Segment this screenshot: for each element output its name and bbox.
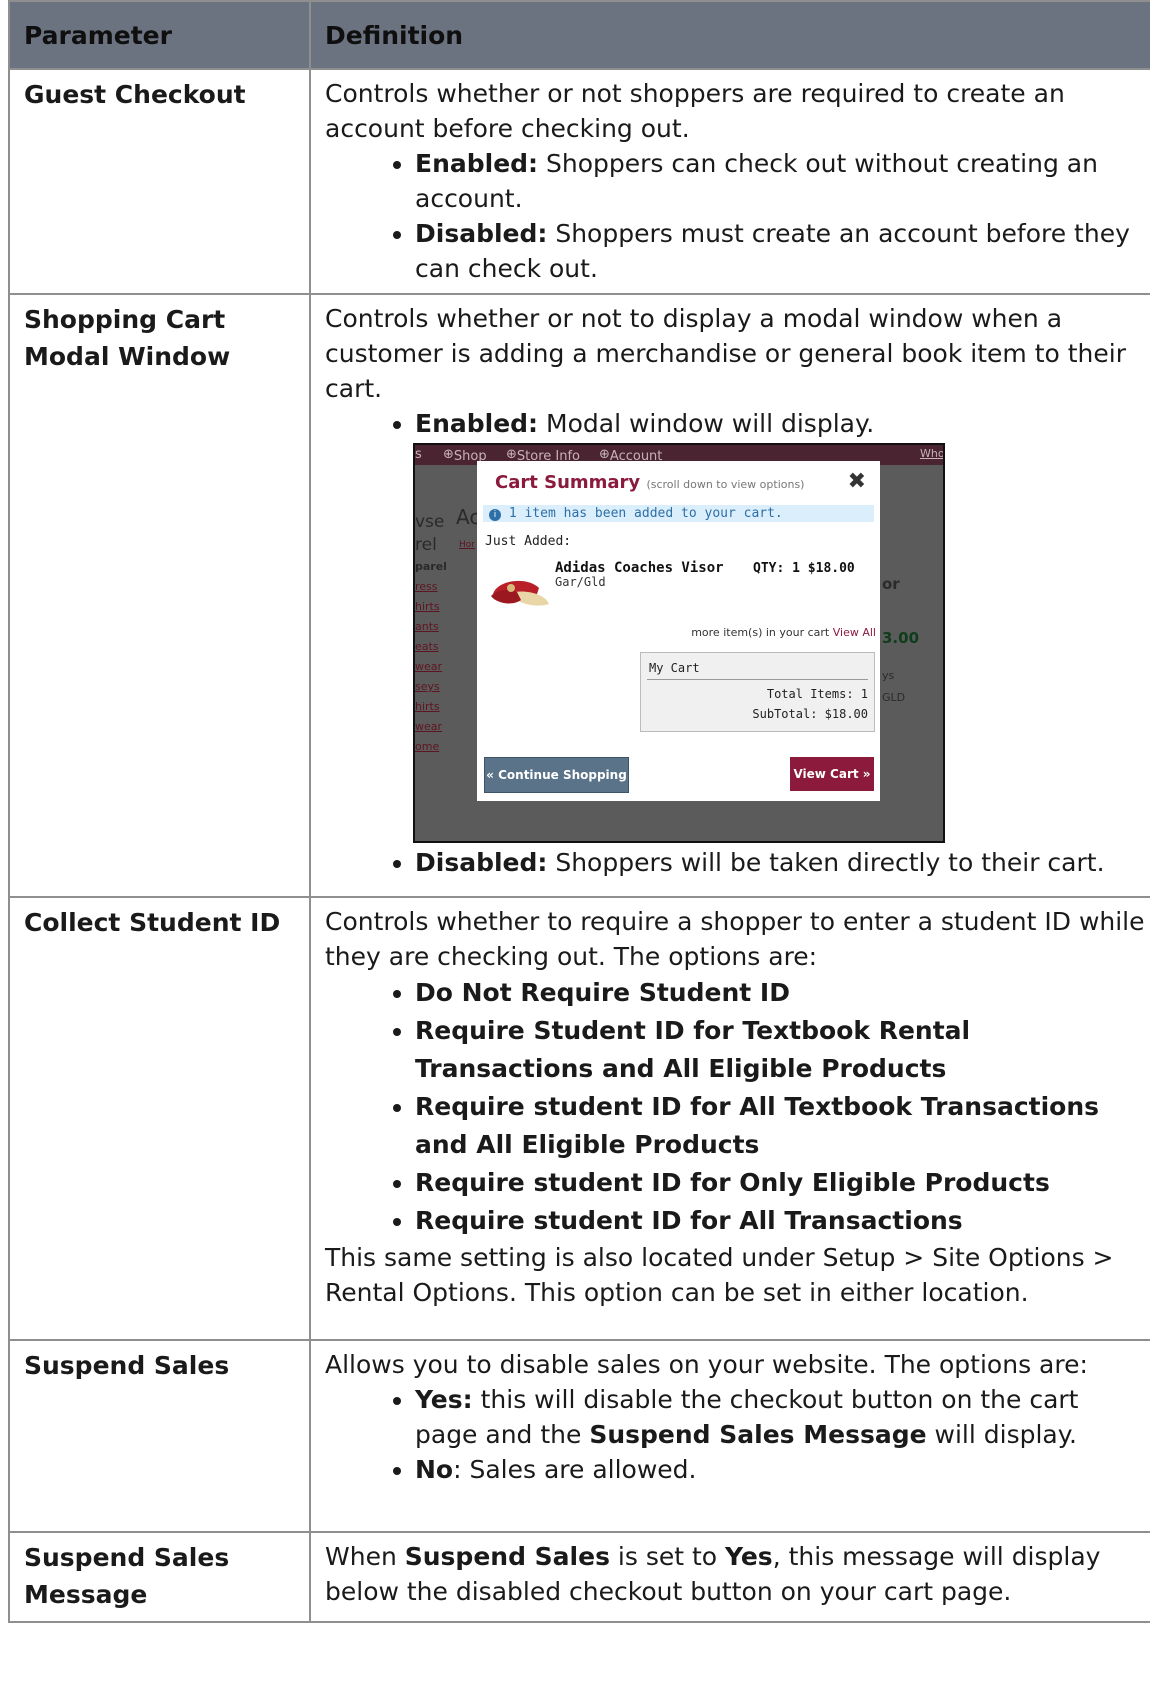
header-definition: Definition xyxy=(309,0,1150,70)
bg-text: or xyxy=(882,575,900,593)
subtotal: SubTotal: $18.00 xyxy=(752,707,868,721)
nav-account: ⊕ Account xyxy=(599,447,663,464)
option-list: Do Not Require Student ID Require Studen… xyxy=(325,974,1148,1240)
bg-text: parel xyxy=(415,560,447,573)
list-item: Disabled: Shoppers will be taken directl… xyxy=(415,845,1148,880)
item-qty-price: QTY: 1 $18.00 xyxy=(753,561,855,576)
header-row: Parameter Definition xyxy=(8,0,1150,70)
table-row: Collect Student ID Controls whether to r… xyxy=(8,896,1150,1341)
param-collect-student-id: Collect Student ID xyxy=(8,896,311,1341)
bg-link: Hor xyxy=(459,540,475,550)
nav-fragment: s xyxy=(415,447,422,462)
info-alert: i 1 item has been added to your cart. xyxy=(483,505,874,522)
nav-shop: ⊕ Shop xyxy=(443,447,487,464)
my-cart-summary: My Cart Total Items: 1 SubTotal: $18.00 xyxy=(640,652,875,732)
bg-link: hirts xyxy=(415,600,440,613)
view-all-link[interactable]: View All xyxy=(833,626,876,639)
list-item: Require Student ID for Textbook Rental T… xyxy=(415,1012,1148,1088)
bg-link: wear xyxy=(415,720,443,733)
option-list: Disabled: Shoppers will be taken directl… xyxy=(325,845,1148,880)
option-list: Enabled: Shoppers can check out without … xyxy=(325,146,1148,286)
bg-link: seys xyxy=(415,680,440,693)
bg-text: rel xyxy=(415,535,437,555)
cart-modal-screenshot: s ⊕ Shop ⊕ Store Info ⊕ Account Who vse … xyxy=(413,443,945,843)
nav-who: Who xyxy=(920,447,945,460)
bg-text: ys xyxy=(882,669,895,682)
info-message: 1 item has been added to your cart. xyxy=(508,506,783,521)
bg-link: eats xyxy=(415,640,439,653)
def-shopping-cart-modal: Controls whether or not to display a mod… xyxy=(309,293,1150,898)
def-text: Controls whether to require a shopper to… xyxy=(325,907,1145,971)
bg-link: wear xyxy=(415,660,443,673)
list-item: Require student ID for Only Eligible Pro… xyxy=(415,1164,1148,1202)
bg-text: vse xyxy=(415,512,445,532)
list-item: Disabled: Shoppers must create an accoun… xyxy=(415,216,1148,286)
def-guest-checkout: Controls whether or not shoppers are req… xyxy=(309,68,1150,295)
nav-store-info: ⊕ Store Info xyxy=(506,447,581,464)
parameters-table: Parameter Definition Guest Checkout Cont… xyxy=(8,0,1150,1623)
visor-product-image xyxy=(491,580,549,606)
param-suspend-sales-message: Suspend Sales Message xyxy=(8,1531,311,1623)
def-collect-student-id: Controls whether to require a shopper to… xyxy=(309,896,1150,1341)
param-shopping-cart-modal: Shopping Cart Modal Window xyxy=(8,293,311,898)
total-items: Total Items: 1 xyxy=(766,687,868,701)
bg-link: ants xyxy=(415,620,439,633)
cart-header: My Cart xyxy=(649,661,700,675)
divider xyxy=(647,679,868,680)
list-item: Enabled: Shoppers can check out without … xyxy=(415,146,1148,216)
more-items-text: more item(s) in your cart View All xyxy=(691,626,876,639)
def-text: Allows you to disable sales on your webs… xyxy=(325,1350,1088,1379)
def-suspend-sales-message: When Suspend Sales is set to Yes, this m… xyxy=(309,1531,1150,1623)
item-name[interactable]: Adidas Coaches Visor xyxy=(555,560,724,576)
view-cart-button[interactable]: View Cart » xyxy=(790,757,874,791)
cart-summary-modal: Cart Summary (scroll down to view option… xyxy=(477,461,880,801)
table-row: Shopping Cart Modal Window Controls whet… xyxy=(8,293,1150,898)
def-text: Controls whether or not shoppers are req… xyxy=(325,79,1065,143)
list-item: Require student ID for All Transactions xyxy=(415,1202,1148,1240)
def-suspend-sales: Allows you to disable sales on your webs… xyxy=(309,1339,1150,1533)
list-item: Enabled: Modal window will display. xyxy=(415,406,1148,441)
option-list: Enabled: Modal window will display. xyxy=(325,406,1148,441)
info-icon: i xyxy=(489,509,501,521)
def-note: This same setting is also located under … xyxy=(325,1243,1114,1307)
bg-link: ome xyxy=(415,740,440,753)
param-suspend-sales: Suspend Sales xyxy=(8,1339,311,1533)
bg-text: GLD xyxy=(882,691,906,704)
bg-link: ress xyxy=(415,580,438,593)
table-row: Suspend Sales Message When Suspend Sales… xyxy=(8,1531,1150,1623)
close-icon[interactable]: ✖ xyxy=(848,469,866,494)
table-row: Suspend Sales Allows you to disable sale… xyxy=(8,1339,1150,1533)
param-guest-checkout: Guest Checkout xyxy=(8,68,311,295)
list-item: Do Not Require Student ID xyxy=(415,974,1148,1012)
list-item: No: Sales are allowed. xyxy=(415,1452,1148,1487)
continue-shopping-button[interactable]: « Continue Shopping xyxy=(484,757,629,793)
def-text: Controls whether or not to display a mod… xyxy=(325,304,1127,403)
bg-text: 3.00 xyxy=(882,629,920,647)
list-item: Require student ID for All Textbook Tran… xyxy=(415,1088,1148,1164)
modal-title: Cart Summary (scroll down to view option… xyxy=(495,472,805,493)
just-added-label: Just Added: xyxy=(485,534,572,549)
item-color: Gar/Gld xyxy=(555,575,606,589)
list-item: Yes: this will disable the checkout butt… xyxy=(415,1382,1148,1452)
header-parameter: Parameter xyxy=(8,0,311,70)
modal-subtitle: (scroll down to view options) xyxy=(646,478,805,491)
table-row: Guest Checkout Controls whether or not s… xyxy=(8,68,1150,295)
option-list: Yes: this will disable the checkout butt… xyxy=(325,1382,1148,1487)
bg-link: hirts xyxy=(415,700,440,713)
